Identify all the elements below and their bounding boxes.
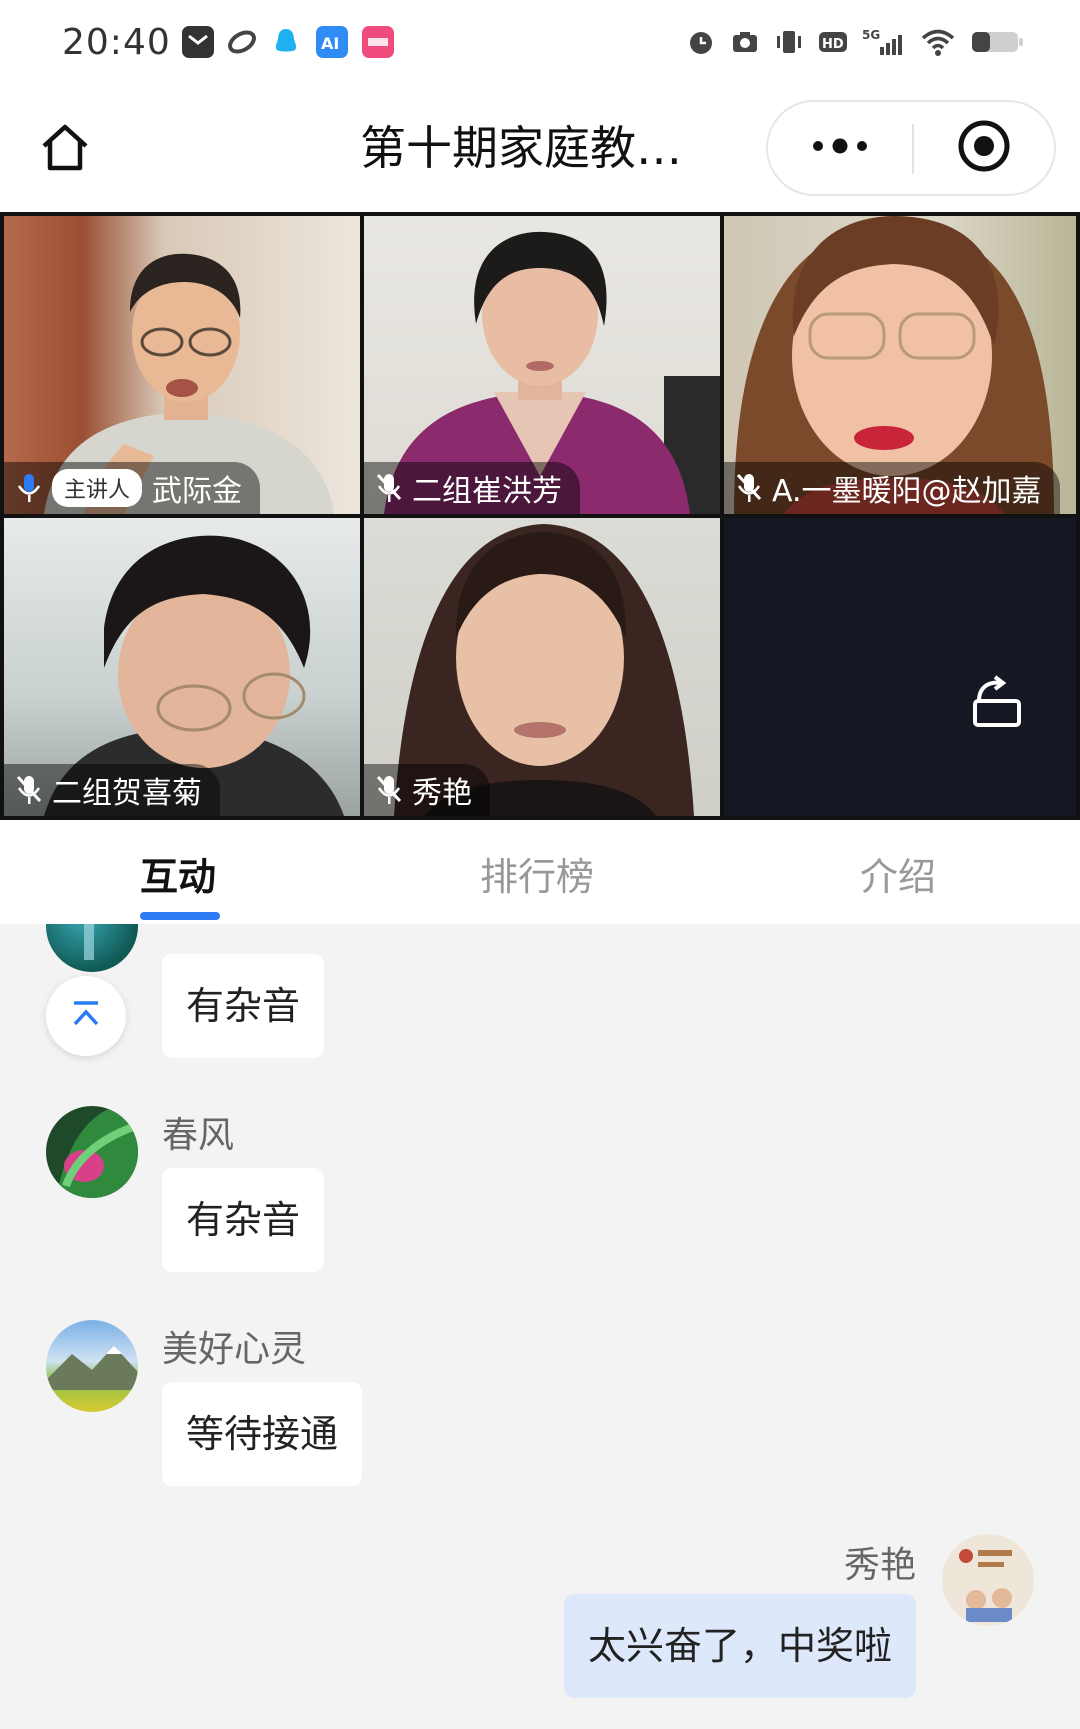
home-icon bbox=[37, 119, 93, 179]
mail-app-icon bbox=[182, 26, 214, 58]
mic-muted-icon bbox=[376, 471, 402, 505]
close-mini-program-button[interactable] bbox=[914, 102, 1054, 194]
vibrate-icon bbox=[774, 27, 804, 57]
video-tile-participant[interactable]: 二组贺喜菊 bbox=[4, 518, 360, 816]
mic-muted-icon bbox=[376, 773, 402, 807]
active-tab-indicator bbox=[140, 912, 220, 920]
svg-text:AI: AI bbox=[321, 34, 339, 53]
svg-text:HD: HD bbox=[822, 37, 844, 52]
participant-name: A.一墨暖阳@赵加嘉 bbox=[772, 474, 1042, 509]
tile-label-participant: 二组贺喜菊 bbox=[4, 764, 220, 816]
status-time: 20:40 bbox=[62, 22, 171, 63]
mini-program-capsule bbox=[766, 100, 1056, 196]
message-bubble-mine[interactable]: 太兴奋了，中奖啦 bbox=[563, 1594, 916, 1698]
signal-5g-icon: 5G bbox=[862, 27, 906, 57]
lele-app-icon bbox=[362, 26, 394, 58]
sender-name: 秀艳 bbox=[843, 1545, 916, 1586]
tab-intro[interactable]: 介绍 bbox=[860, 846, 936, 901]
scroll-to-top-icon bbox=[69, 997, 103, 1035]
more-dots-icon bbox=[810, 136, 870, 160]
record-target-icon bbox=[956, 118, 1012, 178]
video-tile-empty bbox=[724, 518, 1076, 816]
tab-interaction[interactable]: 互动 bbox=[140, 846, 216, 901]
tile-label-participant: 秀艳 bbox=[364, 764, 490, 816]
battery-icon bbox=[970, 27, 1024, 57]
wifi-icon bbox=[920, 27, 956, 57]
host-badge: 主讲人 bbox=[52, 469, 143, 507]
page-title: 第十期家庭教… bbox=[360, 121, 682, 175]
video-grid: 主讲人 武际金 二组崔洪芳 A.一墨暖阳@赵加嘉 二组贺喜菊 秀艳 bbox=[0, 212, 1080, 820]
video-tile-participant[interactable]: 秀艳 bbox=[364, 518, 720, 816]
ai-app-icon: AI bbox=[316, 26, 348, 58]
participant-name: 武际金 bbox=[152, 474, 243, 509]
message-bubble[interactable]: 有杂音 bbox=[162, 1168, 325, 1272]
link-app-icon bbox=[226, 26, 258, 58]
home-button[interactable] bbox=[30, 114, 100, 184]
mic-on-icon bbox=[16, 471, 42, 505]
tile-label-host: 主讲人 武际金 bbox=[4, 462, 261, 514]
video-tile-participant[interactable]: A.一墨暖阳@赵加嘉 bbox=[724, 216, 1076, 514]
avatar[interactable] bbox=[942, 1534, 1034, 1626]
tab-bar: 互动 排行榜 介绍 bbox=[0, 820, 1080, 924]
participant-name: 秀艳 bbox=[412, 776, 472, 811]
mic-muted-icon bbox=[16, 773, 42, 807]
participant-name: 二组贺喜菊 bbox=[52, 776, 202, 811]
tab-leaderboard[interactable]: 排行榜 bbox=[480, 846, 594, 901]
rotate-screen-icon bbox=[969, 675, 1025, 735]
alarm-icon bbox=[686, 27, 716, 57]
hd-icon: HD bbox=[818, 27, 848, 57]
status-right-icons: HD 5G bbox=[686, 22, 1024, 62]
sender-name: 春风 bbox=[162, 1115, 235, 1156]
message-bubble[interactable]: 有杂音 bbox=[162, 954, 325, 1058]
status-bar: 20:40 AI HD 5G bbox=[0, 0, 1080, 86]
video-tile-participant[interactable]: 二组崔洪芳 bbox=[364, 216, 720, 514]
more-button[interactable] bbox=[768, 102, 912, 194]
camera-icon bbox=[730, 27, 760, 57]
tile-label-participant: 二组崔洪芳 bbox=[364, 462, 580, 514]
qq-icon bbox=[270, 26, 302, 58]
svg-text:5G: 5G bbox=[862, 28, 880, 42]
avatar[interactable] bbox=[46, 924, 138, 972]
message-bubble[interactable]: 等待接通 bbox=[162, 1382, 363, 1486]
participant-name: 二组崔洪芳 bbox=[412, 474, 562, 509]
chat-list[interactable]: 有杂音 春风 有杂音 美好心灵 等待接通 秀艳 太兴奋了，中奖啦 bbox=[0, 924, 1080, 1729]
rotate-screen-button[interactable] bbox=[962, 670, 1032, 740]
tile-label-participant: A.一墨暖阳@赵加嘉 bbox=[724, 462, 1060, 514]
app-root: 20:40 AI HD 5G 第十期家庭教… 主讲人 武际金 二组崔洪芳 A.一… bbox=[0, 0, 1080, 1729]
sender-name: 美好心灵 bbox=[162, 1329, 307, 1370]
nav-header: 第十期家庭教… bbox=[0, 86, 1080, 212]
mic-muted-icon bbox=[736, 471, 762, 505]
video-tile-host[interactable]: 主讲人 武际金 bbox=[4, 216, 360, 514]
avatar[interactable] bbox=[46, 1320, 138, 1412]
scroll-to-top-button[interactable] bbox=[46, 976, 126, 1056]
avatar[interactable] bbox=[46, 1106, 138, 1198]
